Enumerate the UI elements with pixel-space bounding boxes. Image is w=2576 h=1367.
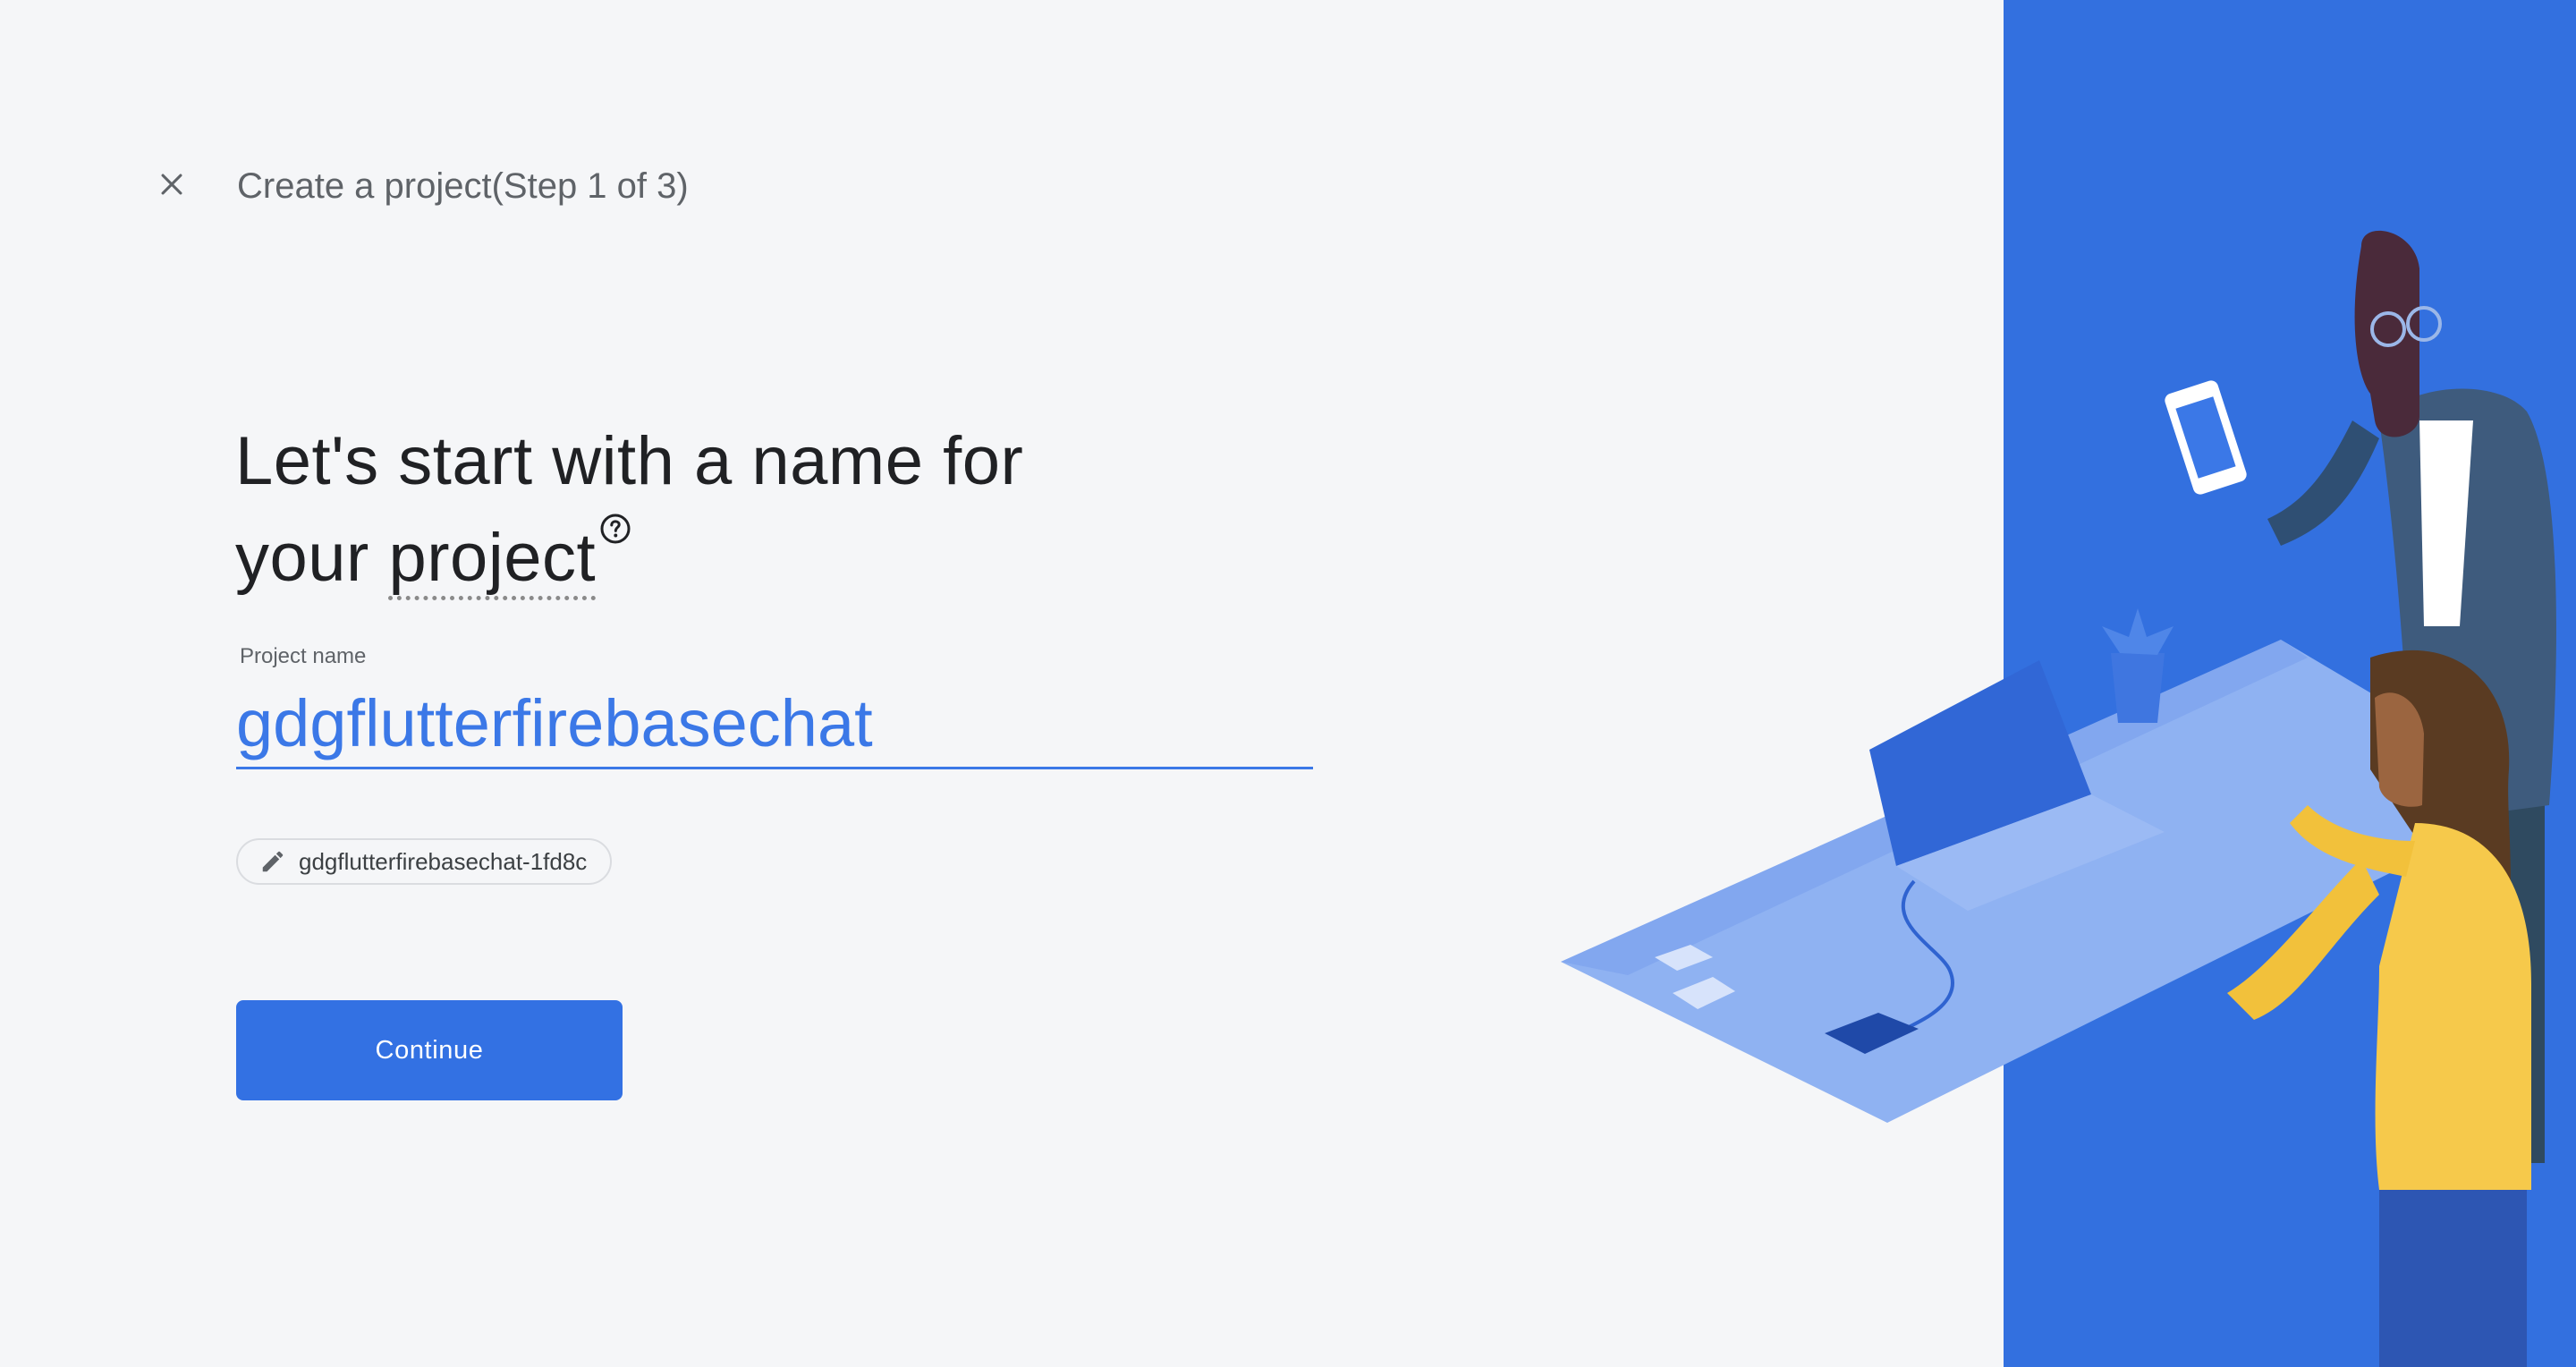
headline-line-1: Let's start with a name for [235, 423, 1024, 499]
close-icon [161, 174, 182, 195]
help-circle-icon[interactable] [599, 513, 631, 545]
headline-prefix: your [235, 520, 389, 596]
project-id-text: gdgflutterfirebasechat-1fd8c [299, 847, 588, 875]
project-id-chip[interactable]: gdgflutterfirebasechat-1fd8c [236, 838, 613, 885]
woman-legs [2379, 1190, 2527, 1367]
close-button[interactable] [147, 159, 197, 209]
page-headline: Let's start with a name for your project [235, 413, 1130, 607]
project-name-label: Project name [240, 644, 367, 668]
pencil-icon [262, 851, 284, 872]
project-term-link[interactable]: project [388, 520, 597, 600]
project-illustration [1561, 0, 2576, 1367]
create-project-page: Create a project(Step 1 of 3) Let's star… [0, 0, 2576, 1367]
continue-button[interactable]: Continue [236, 1000, 623, 1100]
project-name-input[interactable] [236, 680, 1313, 769]
step-title: Create a project(Step 1 of 3) [237, 166, 689, 206]
plant-pot [2111, 653, 2165, 723]
headline-line-2: your project [235, 510, 1130, 607]
